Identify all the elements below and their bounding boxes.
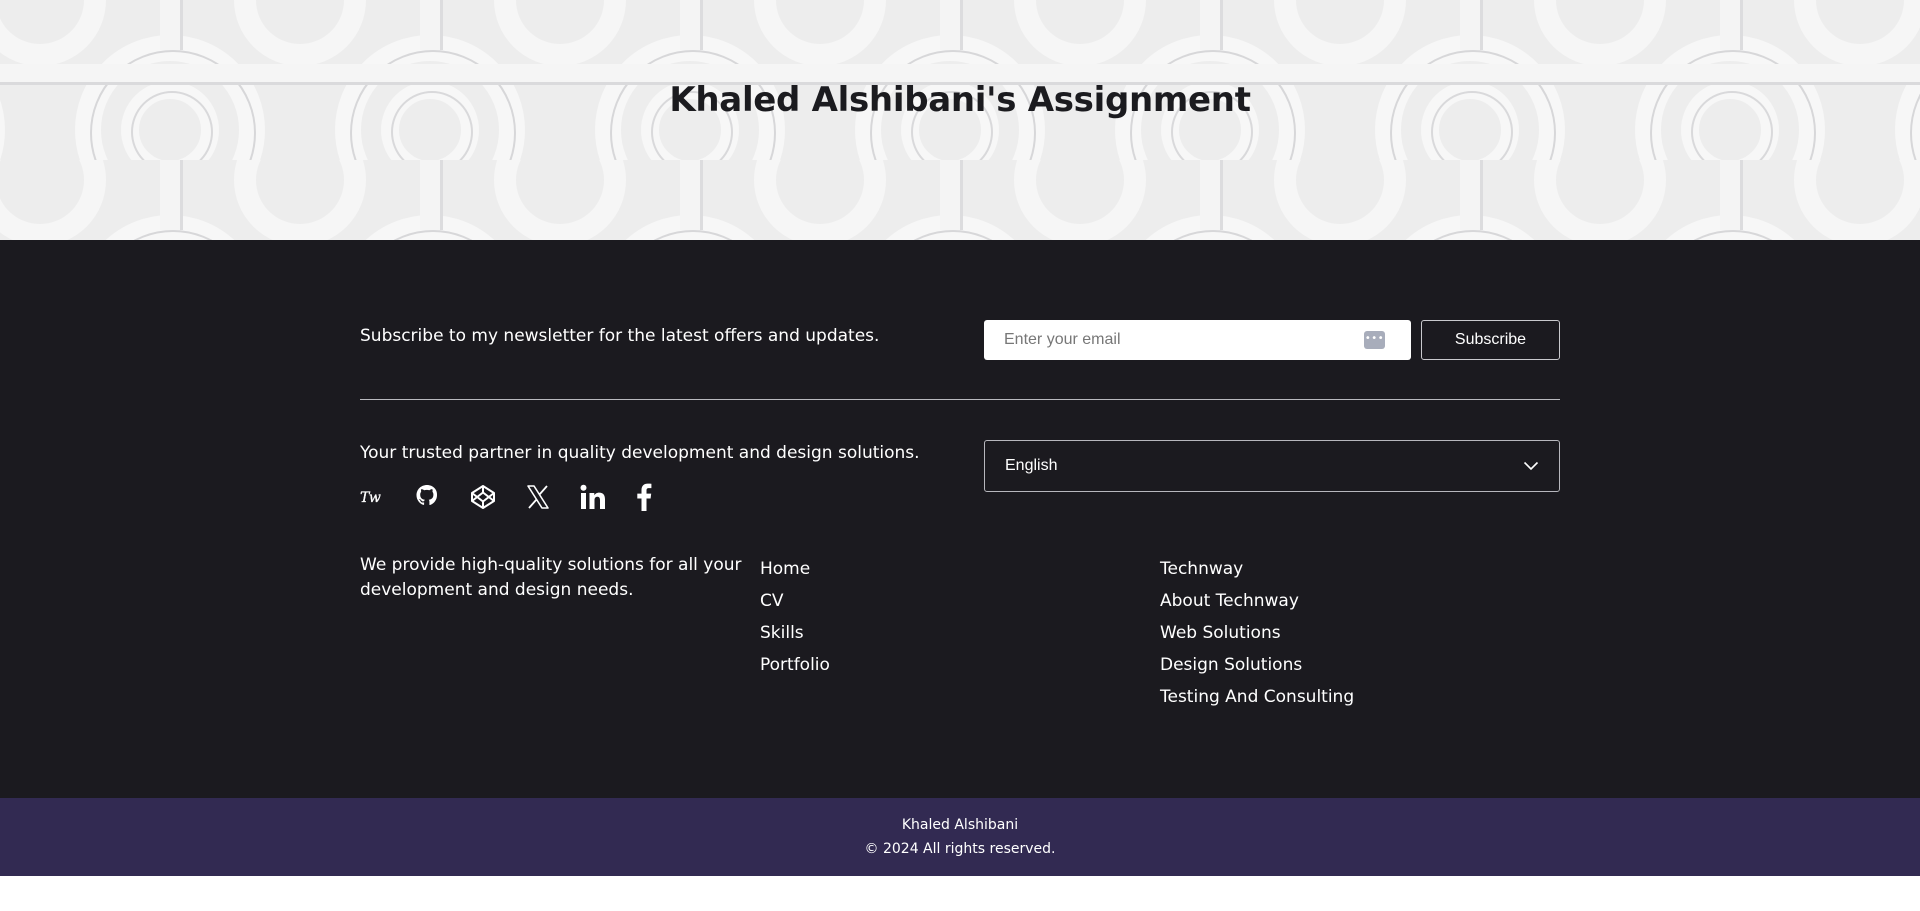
site-footer: Subscribe to my newsletter for the lates…	[0, 240, 1920, 798]
email-field-wrapper: •••	[984, 320, 1411, 360]
nav-link-portfolio[interactable]: Portfolio	[760, 649, 1160, 681]
page-title: Khaled Alshibani's Assignment	[669, 80, 1251, 120]
linkedin-bar	[581, 493, 586, 509]
codepen-shape	[471, 485, 495, 509]
company-links: Technway About Technway Web Solutions De…	[1160, 553, 1560, 713]
email-input[interactable]	[984, 320, 1411, 360]
brand-col: Your trusted partner in quality developm…	[360, 440, 984, 513]
nav-links: Home CV Skills Portfolio	[760, 553, 1160, 713]
github-glyph	[416, 485, 438, 506]
github-icon[interactable]	[415, 481, 470, 513]
links-row: We provide high-quality solutions for al…	[360, 553, 1560, 713]
company-link-design-solutions[interactable]: Design Solutions	[1160, 649, 1560, 681]
technway-logo-text: Tw	[360, 490, 381, 505]
page-bottom-space	[0, 876, 1920, 911]
facebook-glyph	[637, 483, 652, 511]
subscribe-button[interactable]: Subscribe	[1421, 320, 1560, 360]
chevron-path	[1523, 461, 1539, 471]
technway-logo-glyph: Tw	[360, 490, 381, 505]
x-stroke	[528, 485, 548, 509]
facebook-path	[637, 483, 652, 511]
about-col: We provide high-quality solutions for al…	[360, 553, 760, 713]
newsletter-text: Subscribe to my newsletter for the lates…	[360, 326, 880, 346]
social-links: Tw	[360, 481, 984, 513]
linkedin-n	[589, 492, 605, 509]
nav-link-skills[interactable]: Skills	[760, 617, 1160, 649]
company-link-about[interactable]: About Technway	[1160, 585, 1560, 617]
hero-banner: Khaled Alshibani's Assignment	[0, 0, 1920, 240]
copyright-bar: Khaled Alshibani © 2024 All rights reser…	[0, 798, 1920, 876]
github-path	[416, 485, 438, 506]
linkedin-icon[interactable]	[580, 481, 635, 513]
chevron-down-icon	[1523, 461, 1539, 471]
newsletter-text-col: Subscribe to my newsletter for the lates…	[360, 326, 984, 346]
hero-background-pattern	[0, 0, 1920, 240]
x-glyph	[527, 485, 549, 509]
brand-row: Your trusted partner in quality developm…	[360, 440, 1560, 513]
newsletter-form: ••• Subscribe	[984, 320, 1560, 360]
language-select[interactable]: English	[984, 440, 1560, 492]
about-text: We provide high-quality solutions for al…	[360, 555, 742, 600]
codepen-glyph	[471, 485, 495, 509]
facebook-icon[interactable]	[635, 481, 690, 513]
linkedin-dot	[580, 484, 587, 491]
nav-link-home[interactable]: Home	[760, 553, 1160, 585]
company-link-technway[interactable]: Technway	[1160, 553, 1560, 585]
nav-link-cv[interactable]: CV	[760, 585, 1160, 617]
copyright-text: © 2024 All rights reserved.	[864, 841, 1056, 857]
footer-divider	[360, 399, 1560, 400]
company-link-testing[interactable]: Testing And Consulting	[1160, 681, 1560, 713]
codepen-icon[interactable]	[470, 481, 525, 513]
language-col: English	[984, 440, 1560, 513]
footer-content: Subscribe to my newsletter for the lates…	[360, 240, 1560, 713]
x-twitter-icon[interactable]	[525, 481, 580, 513]
linkedin-glyph	[580, 484, 605, 509]
language-selected: English	[1005, 457, 1058, 474]
author-name: Khaled Alshibani	[901, 817, 1019, 833]
newsletter-row: Subscribe to my newsletter for the lates…	[360, 320, 1560, 360]
autofill-icon[interactable]: •••	[1364, 331, 1385, 349]
technway-logo-icon[interactable]: Tw	[360, 481, 415, 513]
brand-tagline: Your trusted partner in quality developm…	[360, 443, 920, 463]
company-link-web-solutions[interactable]: Web Solutions	[1160, 617, 1560, 649]
